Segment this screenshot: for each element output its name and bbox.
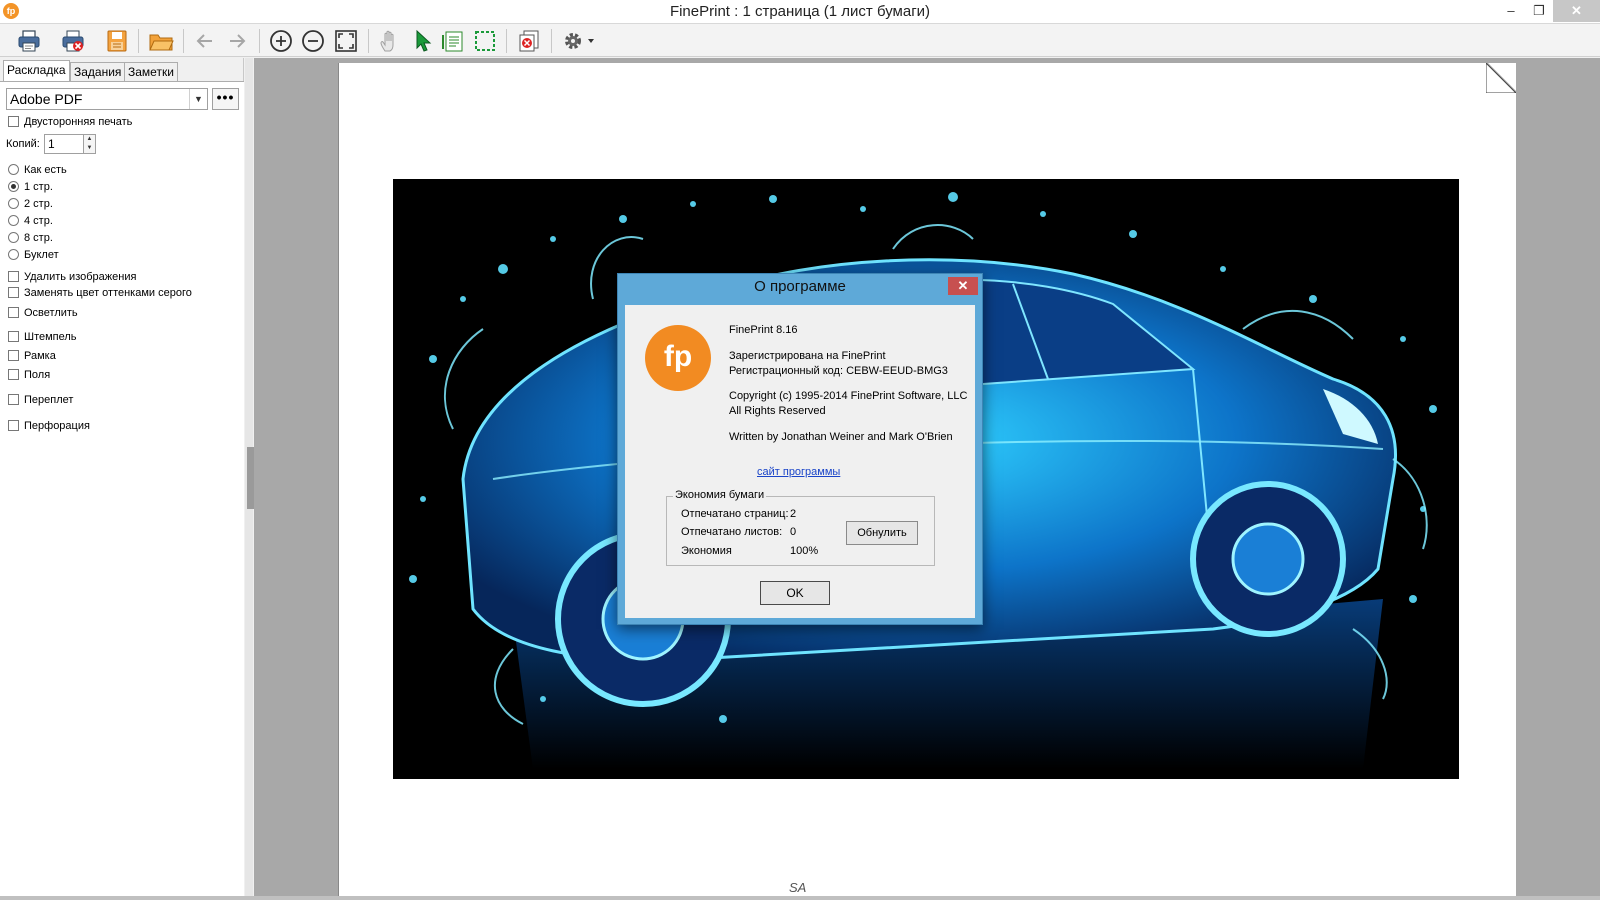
open-folder-icon[interactable]	[148, 28, 174, 54]
reset-counter-button[interactable]: Обнулить	[846, 521, 918, 545]
copies-label: Копий:	[6, 138, 40, 150]
settings-gear-icon[interactable]	[560, 28, 598, 54]
dialog-title: О программе	[754, 278, 846, 295]
tab-layout[interactable]: Раскладка	[3, 60, 70, 83]
layout-label-as-is: Как есть	[24, 164, 67, 176]
remove-images-checkbox[interactable]	[8, 271, 19, 282]
lighten-label: Осветлить	[24, 307, 78, 319]
toolbar-separator	[368, 29, 369, 53]
copies-input[interactable]: 1	[44, 134, 84, 154]
registration-code: Регистрационный код: CEBW-EEUD-BMG3	[729, 365, 948, 377]
zoom-in-icon[interactable]	[268, 28, 294, 54]
chevron-down-icon[interactable]: ▼	[189, 89, 207, 109]
registered-to: Зарегистрирована на FinePrint	[729, 350, 886, 362]
page-footer-mark: SA	[789, 880, 807, 895]
grayscale-checkbox[interactable]	[8, 287, 19, 298]
fit-page-icon[interactable]	[333, 28, 359, 54]
layout-label-2: 2 стр.	[24, 198, 53, 210]
binding-label: Переплет	[24, 394, 74, 406]
rights-text: All Rights Reserved	[729, 405, 826, 417]
tab-jobs[interactable]: Задания	[70, 62, 126, 82]
select-area-icon[interactable]	[472, 28, 498, 54]
margins-label: Поля	[24, 369, 51, 381]
window-title: FinePrint : 1 страница (1 лист бумаги)	[669, 3, 931, 20]
remove-images-label: Удалить изображения	[24, 271, 137, 283]
sheets-printed-value: 0	[790, 526, 797, 538]
layout-label-8: 8 стр.	[24, 232, 53, 244]
paper-savings-group: Экономия бумаги Отпечатано страниц: 2 От…	[666, 489, 935, 566]
toolbar	[0, 24, 1600, 57]
layout-radio-4[interactable]	[8, 215, 19, 226]
stamp-checkbox[interactable]	[8, 331, 19, 342]
layout-radio-2[interactable]	[8, 198, 19, 209]
maximize-button[interactable]: ❐	[1524, 0, 1554, 22]
printer-select[interactable]: Adobe PDF ▼	[6, 88, 208, 110]
toolbar-separator	[183, 29, 184, 53]
savings-label: Экономия	[681, 545, 732, 557]
zoom-out-icon[interactable]	[300, 28, 326, 54]
print-delete-icon[interactable]	[60, 28, 86, 54]
grayscale-label: Заменять цвет оттенками серого	[24, 287, 192, 299]
page-corner-fold	[1486, 63, 1516, 93]
sheets-printed-label: Отпечатано листов:	[681, 526, 783, 538]
layout-label-4: 4 стр.	[24, 215, 53, 227]
frame-checkbox[interactable]	[8, 350, 19, 361]
perforation-label: Перфорация	[24, 420, 90, 432]
authors-text: Written by Jonathan Weiner and Mark O'Br…	[729, 431, 953, 443]
pages-printed-label: Отпечатано страниц:	[681, 508, 789, 520]
save-icon[interactable]	[104, 28, 130, 54]
fineprint-logo: fp	[645, 325, 711, 391]
toolbar-separator	[506, 29, 507, 53]
printer-select-value: Adobe PDF	[10, 91, 83, 107]
layout-label-booklet: Буклет	[24, 249, 59, 261]
savings-value: 100%	[790, 545, 819, 557]
pointer-icon[interactable]	[409, 28, 435, 54]
copyright-text: Copyright (c) 1995-2014 FinePrint Softwa…	[729, 390, 968, 402]
duplex-label: Двусторонняя печать	[24, 116, 133, 128]
copies-stepper[interactable]: ▲ ▼	[83, 134, 96, 154]
toolbar-separator	[551, 29, 552, 53]
print-icon[interactable]	[16, 28, 42, 54]
about-dialog: О программе ✕ fp FinePrint 8.16 Зарегист…	[617, 273, 983, 625]
layout-radio-booklet[interactable]	[8, 249, 19, 260]
stamp-label: Штемпель	[24, 331, 77, 343]
layout-radio-as-is[interactable]	[8, 164, 19, 175]
close-window-button[interactable]: ✕	[1553, 0, 1600, 22]
paper-savings-legend: Экономия бумаги	[673, 489, 767, 501]
forward-arrow-icon[interactable]	[224, 28, 250, 54]
layout-radio-8[interactable]	[8, 232, 19, 243]
frame-label: Рамка	[24, 350, 56, 362]
toolbar-separator	[138, 29, 139, 53]
minimize-button[interactable]: –	[1496, 0, 1526, 22]
website-link[interactable]: сайт программы	[757, 466, 840, 478]
tab-notes[interactable]: Заметки	[124, 62, 178, 82]
status-bar	[0, 896, 1600, 900]
duplex-checkbox[interactable]	[8, 116, 19, 127]
ok-button[interactable]: OK	[760, 581, 830, 605]
perforation-checkbox[interactable]	[8, 420, 19, 431]
dialog-body: fp FinePrint 8.16 Зарегистрирована на Fi…	[625, 305, 975, 618]
toolbar-separator	[259, 29, 260, 53]
margins-checkbox[interactable]	[8, 369, 19, 380]
hand-icon[interactable]	[377, 28, 403, 54]
pages-printed-value: 2	[790, 508, 797, 520]
back-arrow-icon[interactable]	[192, 28, 218, 54]
layout-label-1: 1 стр.	[24, 181, 53, 193]
title-bar: fp FinePrint : 1 страница (1 лист бумаги…	[0, 0, 1600, 24]
binding-checkbox[interactable]	[8, 394, 19, 405]
product-version: FinePrint 8.16	[729, 324, 798, 336]
printer-more-button[interactable]: •••	[212, 88, 239, 110]
layout-radio-1[interactable]	[8, 181, 19, 192]
dialog-close-button[interactable]: ✕	[948, 277, 978, 295]
delete-page-icon[interactable]	[516, 28, 542, 54]
text-select-icon[interactable]	[440, 28, 466, 54]
lighten-checkbox[interactable]	[8, 307, 19, 318]
